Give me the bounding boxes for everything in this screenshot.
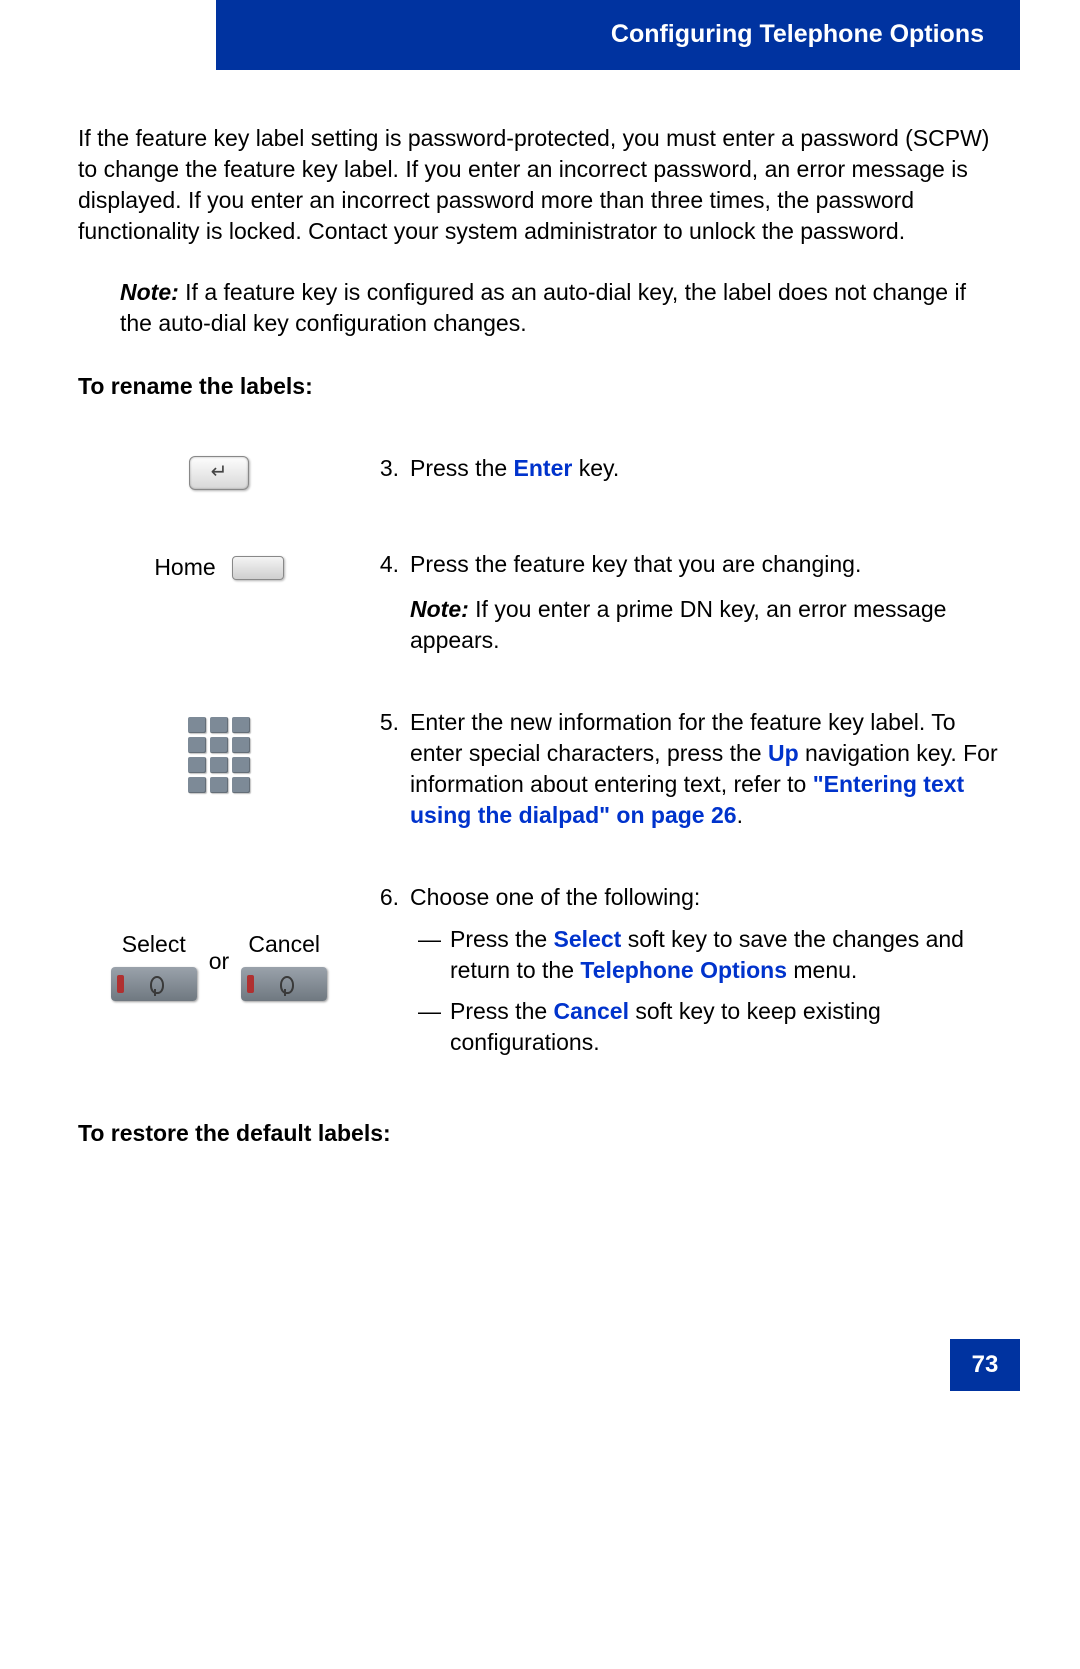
step-3-text: Press the Enter key. — [409, 452, 1002, 548]
steps-table: 3. Press the Enter key. Home 4. Press th… — [78, 452, 1002, 1108]
cancel-softkey-label: Cancel — [241, 929, 327, 960]
step-3-row: 3. Press the Enter key. — [78, 452, 1002, 548]
cancel-link: Cancel — [554, 998, 629, 1024]
or-text: or — [205, 946, 233, 983]
step-6-row: Select or Cancel 6. Choose one of the fo… — [78, 881, 1002, 1107]
step-5-text: Enter the new information for the featur… — [409, 706, 1002, 881]
home-key-icon — [232, 556, 284, 580]
select-link: Select — [554, 926, 622, 952]
heading-rename: To rename the labels: — [78, 371, 1002, 402]
softkey-group: Select or Cancel — [79, 929, 359, 1000]
telephone-options-link: Telephone Options — [580, 957, 787, 983]
select-softkey-label: Select — [111, 929, 197, 960]
page-content: If the feature key label setting is pass… — [0, 70, 1080, 1149]
step-4-number: 4. — [360, 548, 409, 706]
step-4-row: Home 4. Press the feature key that you a… — [78, 548, 1002, 706]
step4-note-label: Note: — [410, 596, 469, 622]
step-4-text: Press the feature key that you are chang… — [409, 548, 1002, 706]
dialpad-icon — [188, 717, 250, 793]
step-6-number: 6. — [360, 881, 409, 1107]
note-autodial: Note: If a feature key is configured as … — [78, 277, 1002, 339]
cancel-softkey-icon — [241, 967, 327, 1001]
intro-paragraph: If the feature key label setting is pass… — [78, 123, 1002, 247]
note-text: If a feature key is configured as an aut… — [120, 279, 966, 336]
select-softkey-icon — [111, 967, 197, 1001]
step-5-row: 5. Enter the new information for the fea… — [78, 706, 1002, 881]
step4-note-text: If you enter a prime DN key, an error me… — [410, 596, 946, 653]
header-title: Configuring Telephone Options — [611, 20, 984, 48]
home-label: Home — [154, 552, 215, 583]
note-label: Note: — [120, 279, 179, 305]
up-key-link: Up — [768, 740, 799, 766]
page-number: 73 — [950, 1339, 1020, 1391]
enter-key-link: Enter — [514, 455, 573, 481]
step-5-number: 5. — [360, 706, 409, 881]
step-6-text: Choose one of the following: — Press the… — [409, 881, 1002, 1107]
page-header: Configuring Telephone Options — [216, 0, 1020, 70]
step-3-number: 3. — [360, 452, 409, 548]
heading-restore: To restore the default labels: — [78, 1118, 1002, 1149]
enter-key-icon — [189, 456, 249, 490]
